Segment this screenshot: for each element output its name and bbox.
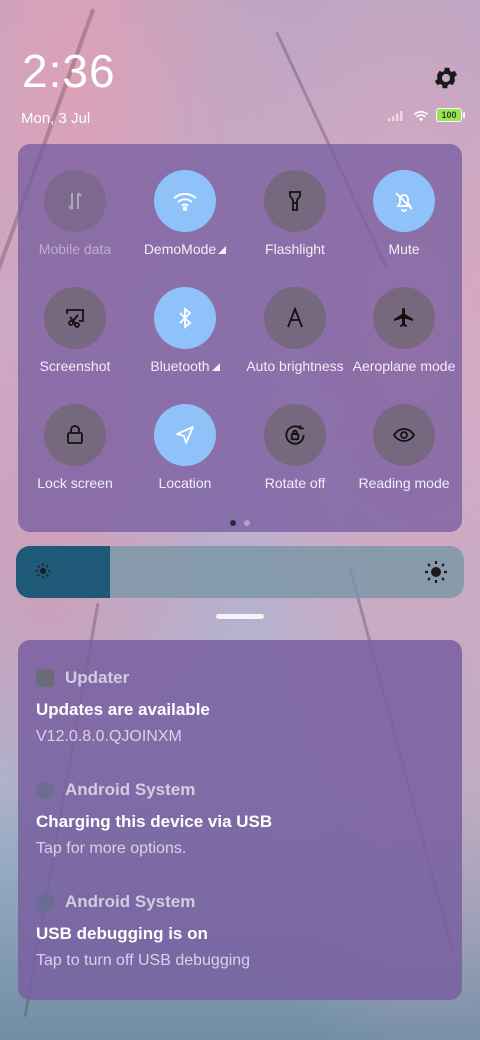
tile-label-text: Mobile data [38,241,112,257]
system-icons: 100 [388,108,465,122]
tile-auto-brightness[interactable]: Auto brightness [239,287,351,374]
drag-handle[interactable] [216,614,264,619]
page-indicator [18,520,462,526]
notification-text: Tap to turn off USB debugging [36,952,251,969]
tile-aeroplane-mode[interactable]: Aeroplane mode [348,287,460,374]
quick-settings-panel: Mobile data DemoMode Flashlight Mute Screens… [18,144,462,532]
tile-label-text: Mute [388,241,420,257]
tile-label: Rotate off [239,475,351,491]
notification-usb-debugging[interactable]: Android System USB debugging is on Tap t… [36,892,446,970]
tile-label-text: Flashlight [265,241,325,257]
mobile-data-icon[interactable] [44,170,106,232]
brightness-low-icon [35,563,51,579]
page-dot-1 [230,520,236,526]
lock-icon[interactable] [44,404,106,466]
tile-label-text: Aeroplane mode [352,358,456,374]
notification-title: Updates are available [36,700,210,719]
tile-label: Flashlight [239,241,351,257]
wifi-status-icon [413,110,429,121]
tile-mute[interactable]: Mute [348,170,460,257]
brightness-high-icon [425,561,447,583]
tile-bluetooth[interactable]: Bluetooth [129,287,241,374]
notification-panel: Updater Updates are available V12.0.8.0.… [18,640,462,1000]
tile-label: DemoMode [129,241,241,257]
tile-label: Lock screen [19,475,131,491]
tile-screenshot[interactable]: Screenshot [19,287,131,374]
notification-updater[interactable]: Updater Updates are available V12.0.8.0.… [36,668,446,746]
tile-label-text: Screenshot [39,358,111,374]
flashlight-icon[interactable] [264,170,326,232]
android-system-icon [36,893,54,911]
expand-arrow-icon [218,246,227,255]
brightness-slider[interactable] [16,546,464,598]
eye-icon[interactable] [373,404,435,466]
notification-usb-charging[interactable]: Android System Charging this device via … [36,780,446,858]
notification-text: V12.0.8.0.QJOINXM [36,728,182,745]
tile-lock-screen[interactable]: Lock screen [19,404,131,491]
tile-label-text: Reading mode [358,475,450,491]
notification-app-name: Android System [65,892,196,911]
auto-brightness-icon[interactable] [264,287,326,349]
signal-icon [388,111,403,121]
bluetooth-icon[interactable] [154,287,216,349]
screenshot-icon[interactable] [44,287,106,349]
brightness-level [16,546,111,598]
tile-label: Mobile data [19,241,131,257]
page-dot-2 [244,520,250,526]
battery-icon: 100 [436,108,465,122]
tile-location[interactable]: Location [129,404,241,491]
settings-gear-icon[interactable] [432,64,460,92]
notification-app-name: Android System [65,780,196,799]
tile-mobile-data[interactable]: Mobile data [19,170,131,257]
tile-rotate-off[interactable]: Rotate off [239,404,351,491]
tile-label: Bluetooth [129,358,241,374]
tile-label: Aeroplane mode [348,358,460,374]
tile-label-text: Bluetooth [150,358,210,374]
updater-app-icon [36,669,54,687]
tile-label: Reading mode [348,475,460,491]
tile-demomode[interactable]: DemoMode [129,170,241,257]
notification-title: USB debugging is on [36,924,208,943]
tile-label-text: Rotate off [264,475,326,491]
expand-arrow-icon [211,363,220,372]
notification-title: Charging this device via USB [36,812,273,831]
tile-label: Screenshot [19,358,131,374]
tile-label-text: Location [158,475,212,491]
tile-label: Mute [348,241,460,257]
tile-flashlight[interactable]: Flashlight [239,170,351,257]
notification-text: Tap for more options. [36,840,187,857]
tile-label-text: Auto brightness [246,358,344,374]
notification-app-name: Updater [65,668,130,687]
tile-label-text: DemoMode [143,241,217,257]
rotate-lock-icon[interactable] [264,404,326,466]
date[interactable]: Mon, 3 Jul [21,110,90,127]
location-arrow-icon[interactable] [154,404,216,466]
airplane-icon[interactable] [373,287,435,349]
tile-reading-mode[interactable]: Reading mode [348,404,460,491]
wifi-icon[interactable] [154,170,216,232]
clock[interactable]: 2:36 [22,48,116,94]
bell-off-icon[interactable] [373,170,435,232]
tile-label: Auto brightness [239,358,351,374]
tile-label-text: Lock screen [37,475,113,491]
tile-label: Location [129,475,241,491]
android-system-icon [36,781,54,799]
